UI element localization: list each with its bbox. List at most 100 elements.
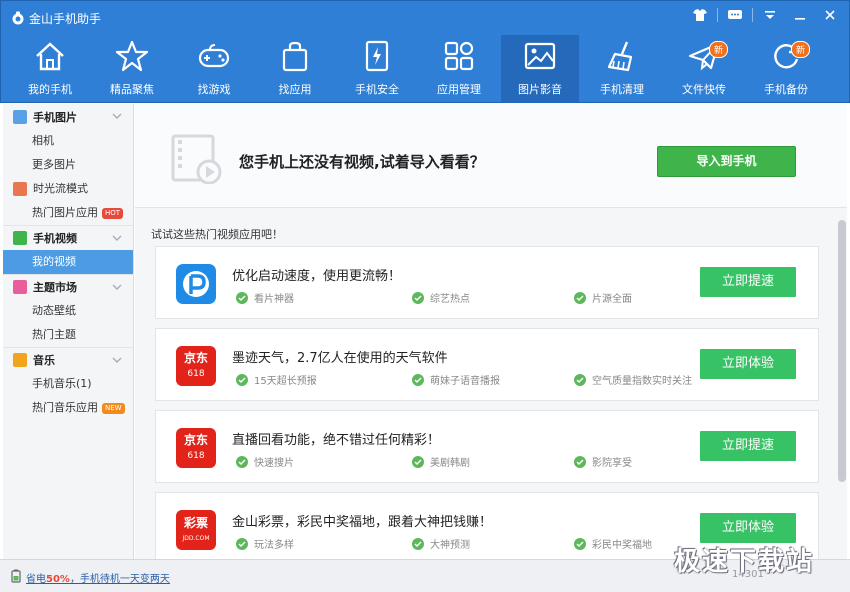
nav-label: 找应用 — [278, 83, 312, 96]
sidebar-group-phone-pictures[interactable]: 手机图片 — [3, 104, 133, 129]
nav-label: 应用管理 — [437, 83, 481, 96]
nav-cleanup[interactable]: 手机清理 — [583, 35, 661, 103]
jd-logo-icon: 京东 618 — [176, 428, 216, 468]
app-card: 京东 618 直播回看功能，绝不错过任何精彩！ 快速搜片 美剧韩剧 影院享受 立… — [155, 410, 819, 483]
sidebar-item-my-videos[interactable]: 我的视频 — [3, 250, 133, 274]
try-now-button[interactable]: 立即体验 — [700, 513, 796, 543]
nav-apps[interactable]: 找应用 — [256, 35, 334, 103]
sidebar-group-phone-videos[interactable]: 手机视频 — [3, 225, 133, 250]
divider — [752, 8, 753, 22]
nav-my-phone[interactable]: 我的手机 — [11, 35, 89, 103]
window-controls — [687, 5, 843, 25]
app-card-title: 墨迹天气，2.7亿人在使用的天气软件 — [232, 351, 448, 366]
nav-label: 手机备份 — [764, 83, 808, 96]
scrollbar[interactable] — [838, 220, 846, 482]
empty-state-banner: 您手机上还没有视频,试着导入看看？ 导入到手机 — [135, 104, 847, 208]
nav-app-manager[interactable]: 应用管理 — [420, 35, 498, 103]
feature-item: 综艺热点 — [412, 290, 470, 305]
sidebar-group-music[interactable]: 音乐 — [3, 347, 133, 372]
empty-state-message: 您手机上还没有视频,试着导入看看？ — [239, 153, 485, 171]
nav-file-transfer[interactable]: 新 文件快传 — [665, 35, 743, 103]
check-icon — [574, 373, 586, 386]
sidebar-item-hot-music-apps[interactable]: 热门音乐应用 NEW — [3, 396, 133, 420]
power-saving-link[interactable]: 省电50%，手机待机一天变两天 — [26, 570, 170, 585]
app-card-title: 直播回看功能，绝不错过任何精彩！ — [232, 433, 441, 448]
menu-button[interactable] — [757, 5, 783, 25]
nav-security[interactable]: 手机安全 — [338, 35, 416, 103]
timeline-icon — [13, 182, 27, 196]
new-badge: 新 — [791, 41, 811, 58]
minimize-button[interactable] — [787, 5, 813, 25]
boost-now-button[interactable]: 立即提速 — [700, 431, 796, 461]
feature-item: 片源全面 — [574, 290, 632, 305]
lottery-logo-icon: 彩票 JDD.COM — [176, 510, 216, 550]
app-logo-icon — [12, 11, 24, 25]
check-icon — [236, 537, 248, 550]
title-bar: 金山手机助手 — [1, 1, 850, 35]
skin-button[interactable] — [687, 5, 713, 25]
nav-media[interactable]: 图片影音 — [501, 35, 579, 103]
picture-icon — [13, 109, 27, 124]
app-title: 金山手机助手 — [29, 12, 102, 26]
menu-icon — [765, 11, 775, 19]
watermark: 极速下载站 — [674, 547, 815, 577]
message-icon — [728, 10, 742, 19]
main-nav: 我的手机 精品聚焦 找游戏 找应用 手机安全 应用管理 图片影音 手机清理 新 … — [1, 35, 850, 103]
app-card-title: 优化启动速度，使用更流畅！ — [232, 269, 402, 284]
sidebar-item-live-wallpaper[interactable]: 动态壁纸 — [3, 299, 133, 323]
sidebar-group-theme-market[interactable]: 主题市场 — [3, 274, 133, 299]
sidebar-item-more-pictures[interactable]: 更多图片 — [3, 153, 133, 177]
gamepad-icon — [197, 39, 231, 73]
hot-badge: HOT — [102, 207, 124, 219]
sidebar-item-label: 热门图片应用 — [32, 206, 98, 219]
check-icon — [574, 455, 586, 468]
check-icon — [574, 537, 586, 550]
nav-backup[interactable]: 新 手机备份 — [747, 35, 825, 103]
boost-now-button[interactable]: 立即提速 — [700, 267, 796, 297]
sidebar: 手机图片 相机 更多图片 时光流模式 热门图片应用 HOT 手机视频 我的视频 主… — [3, 104, 134, 559]
close-button[interactable] — [817, 5, 843, 25]
nav-label: 文件快传 — [682, 83, 726, 96]
sidebar-item-hot-picture-apps[interactable]: 热门图片应用 HOT — [3, 201, 133, 225]
sidebar-group-label: 主题市场 — [33, 281, 77, 294]
pptv-logo-icon — [176, 264, 216, 304]
check-icon — [236, 455, 248, 468]
chevron-down-icon — [112, 357, 122, 363]
new-badge: NEW — [102, 402, 125, 414]
check-icon — [412, 455, 424, 468]
sidebar-item-phone-music[interactable]: 手机音乐(1) — [3, 372, 133, 396]
feature-item: 快速搜片 — [236, 454, 294, 469]
home-icon — [33, 39, 67, 73]
section-title: 试试这些热门视频应用吧！ — [151, 228, 283, 241]
sidebar-item-camera[interactable]: 相机 — [3, 129, 133, 153]
feature-item: 萌妹子语音播报 — [412, 372, 500, 387]
chevron-down-icon — [112, 113, 122, 119]
theme-icon — [13, 280, 27, 294]
sidebar-item-timeline-mode[interactable]: 时光流模式 — [3, 177, 133, 201]
try-now-button[interactable]: 立即体验 — [700, 349, 796, 379]
nav-featured[interactable]: 精品聚焦 — [93, 35, 171, 103]
check-icon — [236, 291, 248, 304]
nav-label: 手机清理 — [600, 83, 644, 96]
shield-icon — [360, 39, 394, 73]
sidebar-item-hot-themes[interactable]: 热门主题 — [3, 323, 133, 347]
sidebar-item-label: 热门音乐应用 — [32, 401, 98, 414]
app-card: 优化启动速度，使用更流畅！ 看片神器 综艺热点 片源全面 立即提速 — [155, 246, 819, 319]
nav-games[interactable]: 找游戏 — [175, 35, 253, 103]
picture-icon — [523, 39, 557, 73]
sidebar-group-label: 手机图片 — [33, 110, 77, 124]
chevron-down-icon — [112, 284, 122, 290]
feature-item: 看片神器 — [236, 290, 294, 305]
message-button[interactable] — [722, 5, 748, 25]
feature-item: 空气质量指数实时关注 — [574, 372, 692, 387]
bag-icon — [278, 39, 312, 73]
tshirt-icon — [693, 9, 707, 21]
jd-logo-icon: 京东 618 — [176, 346, 216, 386]
divider — [717, 8, 718, 22]
import-to-phone-button[interactable]: 导入到手机 — [657, 146, 796, 177]
nav-label: 精品聚焦 — [110, 83, 154, 96]
broom-icon — [605, 39, 639, 73]
check-icon — [412, 291, 424, 304]
feature-item: 美剧韩剧 — [412, 454, 470, 469]
nav-label: 手机安全 — [355, 83, 399, 96]
